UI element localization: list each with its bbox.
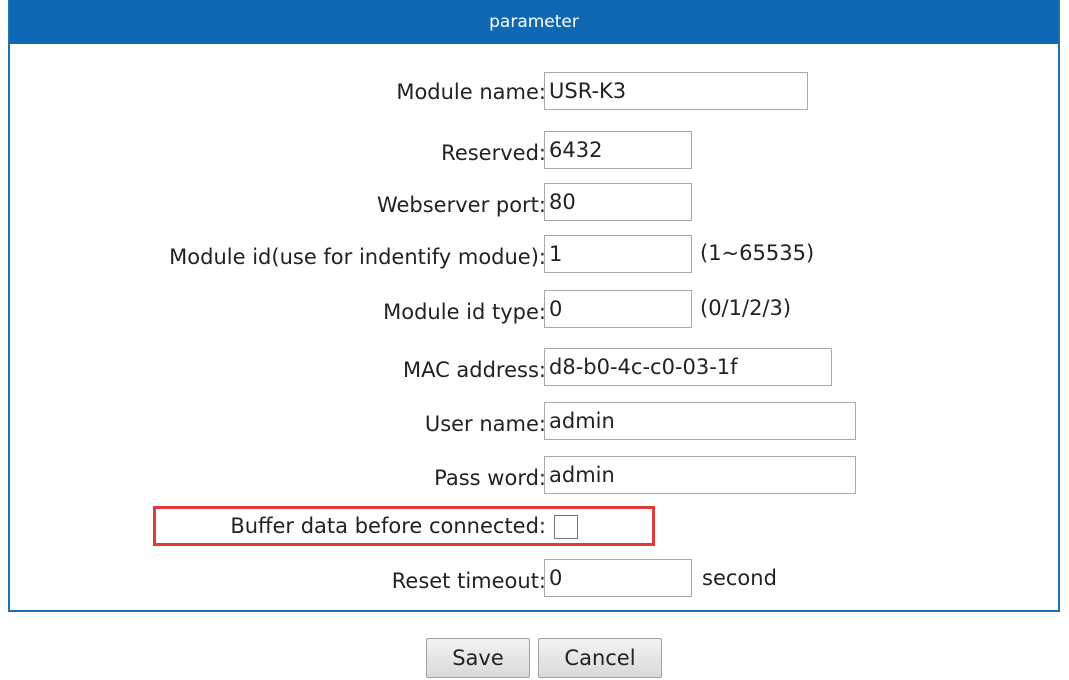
module-id-range-hint: (1~65535) (700, 241, 815, 265)
webserver-port-label: Webserver port: (376, 193, 546, 217)
mac-address-label: MAC address: (402, 358, 546, 382)
module-id-label: Module id(use for indentify modue): (169, 245, 546, 269)
webserver-port-input[interactable]: 80 (544, 183, 692, 221)
mac-address-input[interactable]: d8-b0-4c-c0-03-1f (544, 348, 832, 386)
password-label: Pass word: (434, 466, 546, 490)
user-name-input[interactable]: admin (544, 402, 856, 440)
cancel-button[interactable]: Cancel (538, 638, 662, 678)
module-id-input[interactable]: 1 (544, 235, 692, 273)
panel-header: parameter (10, 0, 1058, 44)
reset-timeout-input[interactable]: 0 (544, 559, 692, 597)
reserved-label: Reserved: (441, 141, 546, 165)
buffer-data-label: Buffer data before connected: (230, 514, 546, 538)
user-name-label: User name: (424, 412, 546, 436)
module-id-type-hint: (0/1/2/3) (700, 296, 792, 320)
reset-timeout-label: Reset timeout: (391, 569, 546, 593)
buffer-data-checkbox[interactable] (554, 515, 578, 539)
module-name-label: Module name: (396, 80, 546, 104)
password-input[interactable]: admin (544, 456, 856, 494)
module-id-type-label: Module id type: (383, 300, 546, 324)
save-button[interactable]: Save (426, 638, 530, 678)
module-id-type-input[interactable]: 0 (544, 290, 692, 328)
reset-timeout-unit: second (702, 566, 777, 590)
module-name-input[interactable]: USR-K3 (544, 72, 808, 110)
reserved-input[interactable]: 6432 (544, 131, 692, 169)
